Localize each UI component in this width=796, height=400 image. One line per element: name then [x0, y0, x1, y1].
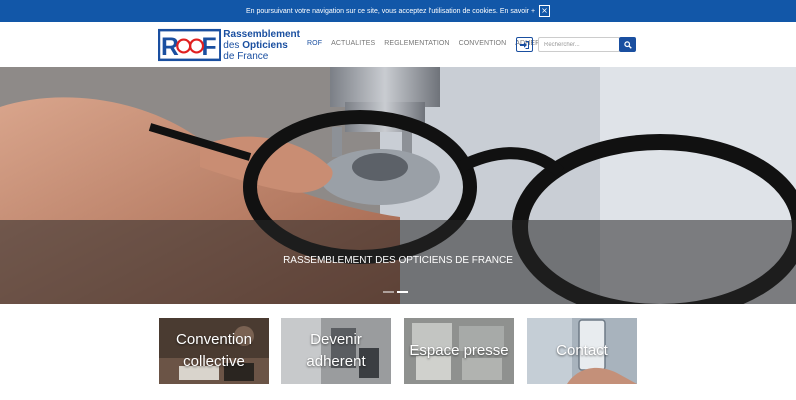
- cookie-text: En poursuivant votre navigation sur ce s…: [245, 7, 536, 15]
- tile-convention-collective[interactable]: Convention collective: [159, 318, 269, 384]
- nav-item-reglementation[interactable]: REGLEMENTATION: [384, 40, 449, 47]
- slider-dot[interactable]: [383, 291, 394, 293]
- tile-line-2: adherent: [306, 353, 366, 370]
- search-input[interactable]: [538, 37, 620, 52]
- tile-line-1: Convention: [176, 331, 252, 348]
- rof-logo-icon: R F: [158, 28, 222, 62]
- tile-espace-presse[interactable]: Espace presse: [404, 318, 514, 384]
- site-header: R F Rassemblement des Opticiens de Franc…: [0, 22, 796, 67]
- slider-dots: [383, 291, 411, 293]
- svg-text:R: R: [161, 34, 179, 61]
- logo-line-2-bold: Opticiens: [242, 39, 288, 51]
- nav-item-convention[interactable]: CONVENTION: [459, 40, 507, 47]
- tile-label: Espace presse: [409, 340, 508, 362]
- tile-line-2: collective: [183, 353, 245, 370]
- logo-line-2: des Opticiens: [223, 40, 300, 51]
- cookie-close-button[interactable]: ×: [539, 5, 551, 17]
- tile-label: Devenir adherent: [306, 329, 365, 373]
- login-button[interactable]: [516, 37, 533, 52]
- logo-line-1: Rassemblement: [223, 28, 300, 40]
- logo-text: Rassemblement des Opticiens de France: [223, 29, 300, 62]
- search-button[interactable]: [619, 37, 636, 52]
- slider-dot-active[interactable]: [397, 291, 408, 293]
- tile-devenir-adherent[interactable]: Devenir adherent: [281, 318, 391, 384]
- nav-item-rof[interactable]: ROF: [307, 40, 322, 47]
- search-icon: [623, 40, 632, 49]
- hero-caption: RASSEMBLEMENT DES OPTICIENS DE FRANCE: [283, 255, 513, 266]
- logo-line-3: de France: [223, 50, 269, 62]
- cookie-banner: En poursuivant votre navigation sur ce s…: [0, 0, 796, 22]
- hero-slider: RASSEMBLEMENT DES OPTICIENS DE FRANCE: [0, 67, 796, 304]
- tile-label: Contact: [556, 340, 608, 362]
- tile-line-1: Espace presse: [409, 342, 509, 359]
- tile-line-1: Contact: [556, 342, 608, 359]
- site-logo[interactable]: R F Rassemblement des Opticiens de Franc…: [158, 27, 300, 63]
- logo-line-2-prefix: des: [223, 39, 243, 51]
- tile-contact[interactable]: Contact: [527, 318, 637, 384]
- tile-label: Convention collective: [176, 329, 252, 373]
- sign-in-icon: [520, 40, 529, 49]
- nav-item-actualites[interactable]: ACTUALITES: [331, 40, 375, 47]
- tile-line-1: Devenir: [310, 331, 362, 348]
